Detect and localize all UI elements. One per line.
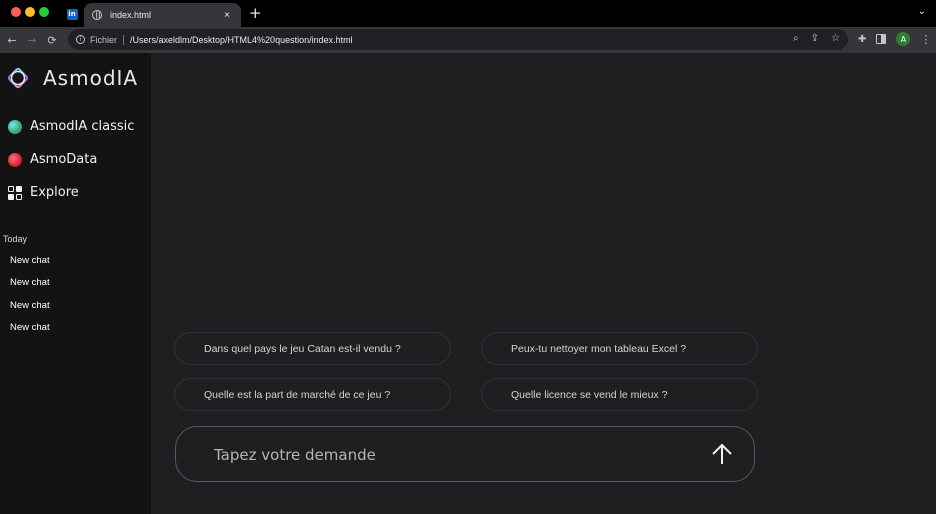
profile-avatar[interactable]: A	[896, 32, 911, 46]
nav-label: Explore	[30, 185, 79, 200]
asmodia-orb-icon	[8, 119, 22, 134]
suggestion-chip[interactable]: Dans quel pays le jeu Catan est-il vendu…	[174, 332, 451, 365]
nav-label: AsmodIA classic	[30, 119, 135, 134]
suggestion-chip[interactable]: Quelle est la part de marché de ce jeu ?	[174, 378, 451, 411]
omnibox-divider	[123, 34, 125, 45]
suggestion-chip[interactable]: Peux-tu nettoyer mon tableau Excel ?	[481, 332, 758, 365]
back-button[interactable]: ←	[2, 34, 22, 47]
forward-button[interactable]: →	[22, 34, 42, 47]
chat-history-item[interactable]: New chat	[10, 300, 50, 311]
new-tab-button[interactable]: +	[249, 4, 262, 22]
brand-name: AsmodIA	[43, 66, 139, 90]
sidebar: AsmodIA AsmodIA classic AsmoData Explore…	[0, 53, 151, 514]
asmodata-orb-icon	[8, 152, 22, 167]
side-panel-icon[interactable]	[876, 34, 887, 44]
linkedin-icon: in	[66, 8, 78, 20]
browser-menu-icon[interactable]: ⋮	[920, 33, 931, 46]
chat-history-item[interactable]: New chat	[10, 255, 50, 266]
browser-tab-strip: in index.html × + ⌄	[0, 0, 936, 27]
chat-history-item[interactable]: New chat	[10, 277, 50, 288]
window-zoom-button[interactable]	[39, 7, 49, 17]
window-close-button[interactable]	[11, 7, 21, 17]
extensions-puzzle-icon[interactable]: ✚	[858, 34, 866, 45]
window-minimize-button[interactable]	[25, 7, 35, 17]
prompt-input[interactable]	[214, 444, 694, 466]
pinned-tab-linkedin[interactable]: in	[62, 5, 82, 23]
browser-toolbar: ← → ⟳ i Fichier /Users/axeldlm/Desktop/H…	[0, 27, 936, 53]
asmodia-logo-icon	[7, 67, 29, 89]
section-label-today: Today	[3, 234, 28, 244]
nav-item-explore[interactable]: Explore	[8, 185, 79, 200]
file-scheme-label: Fichier	[90, 34, 118, 45]
bookmark-star-icon[interactable]: ☆	[831, 33, 840, 44]
nav-item-asmodata[interactable]: AsmoData	[8, 152, 97, 167]
main-panel: Dans quel pays le jeu Catan est-il vendu…	[151, 53, 936, 514]
browser-tab-active[interactable]: index.html ×	[84, 3, 241, 27]
share-icon[interactable]: ⇪	[811, 33, 819, 44]
arrow-up-icon	[712, 443, 732, 464]
nav-item-asmodia-classic[interactable]: AsmodIA classic	[8, 119, 134, 134]
tab-close-icon[interactable]: ×	[221, 10, 233, 21]
chat-history-item[interactable]: New chat	[10, 322, 50, 333]
tab-title: index.html	[110, 10, 152, 20]
url-text[interactable]: /Users/axeldlm/Desktop/HTML4%20question/…	[130, 35, 353, 45]
reload-button[interactable]: ⟳	[42, 34, 62, 47]
send-button[interactable]	[708, 440, 736, 468]
tab-search-chevron-icon[interactable]: ⌄	[918, 6, 926, 17]
globe-icon	[92, 10, 102, 20]
suggestion-chip[interactable]: Quelle licence se vend le mieux ?	[481, 378, 758, 411]
address-bar[interactable]: i Fichier /Users/axeldlm/Desktop/HTML4%2…	[68, 29, 848, 50]
brand[interactable]: AsmodIA	[6, 66, 138, 90]
zoom-icon[interactable]: ⌕	[793, 33, 799, 44]
nav-label: AsmoData	[30, 152, 98, 167]
prompt-composer	[175, 426, 755, 482]
info-icon[interactable]: i	[76, 35, 85, 44]
grid-icon	[8, 185, 22, 200]
